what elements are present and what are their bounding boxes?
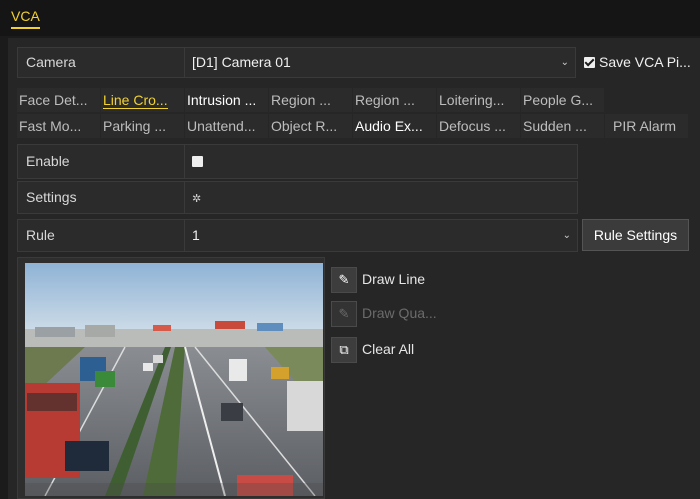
camera-select[interactable]: [D1] Camera 01 ⌄ bbox=[185, 48, 575, 77]
tab-vca[interactable]: VCA bbox=[11, 8, 40, 29]
clear-all-label: Clear All bbox=[362, 341, 415, 357]
settings-field: ✲ bbox=[185, 182, 577, 213]
camera-preview[interactable] bbox=[17, 257, 325, 499]
enable-field bbox=[185, 145, 577, 178]
tab-people-gathering[interactable]: People G... bbox=[521, 88, 604, 112]
tab-audio-exception[interactable]: Audio Ex... bbox=[353, 114, 436, 138]
save-vca-label: Save VCA Pi... bbox=[599, 54, 691, 70]
enable-checkbox[interactable] bbox=[192, 155, 203, 167]
draw-line-button[interactable]: ✎ Draw Line bbox=[331, 265, 426, 294]
tab-defocus[interactable]: Defocus ... bbox=[437, 114, 520, 138]
rule-select-value: 1 bbox=[192, 227, 200, 243]
camera-select-value: [D1] Camera 01 bbox=[192, 54, 291, 70]
rule-settings-button[interactable]: Rule Settings bbox=[582, 219, 689, 251]
save-vca-checkbox[interactable] bbox=[584, 56, 595, 68]
tab-parking[interactable]: Parking ... bbox=[101, 114, 184, 138]
camera-row: Camera [D1] Camera 01 ⌄ bbox=[17, 47, 576, 78]
rule-label: Rule bbox=[18, 220, 185, 251]
draw-line-label: Draw Line bbox=[362, 271, 426, 287]
tab-face-detection[interactable]: Face Det... bbox=[17, 88, 100, 112]
top-tab-bar: VCA bbox=[0, 0, 700, 36]
tab-sudden-scene-change[interactable]: Sudden ... bbox=[521, 114, 604, 138]
draw-quad-button[interactable]: ✎ Draw Qua... bbox=[331, 299, 437, 328]
enable-row: Enable bbox=[17, 144, 578, 179]
tab-region-exiting[interactable]: Region ... bbox=[353, 88, 436, 112]
highway-scene-image bbox=[25, 263, 323, 496]
enable-label: Enable bbox=[18, 145, 185, 178]
tab-region-entrance[interactable]: Region ... bbox=[269, 88, 352, 112]
clear-all-icon: ⧉ bbox=[331, 337, 357, 364]
chevron-down-icon: ⌄ bbox=[560, 57, 569, 68]
chevron-down-icon: ⌄ bbox=[562, 230, 571, 241]
rule-row: Rule 1 ⌄ bbox=[17, 219, 578, 252]
tab-object-removal[interactable]: Object R... bbox=[269, 114, 352, 138]
tab-line-crossing-label: Line Cro... bbox=[103, 92, 168, 109]
tab-pir-alarm[interactable]: PIR Alarm bbox=[605, 114, 688, 138]
tab-line-crossing[interactable]: Line Cro... bbox=[101, 88, 184, 112]
tab-unattended-baggage[interactable]: Unattend... bbox=[185, 114, 268, 138]
draw-quad-label: Draw Qua... bbox=[362, 305, 437, 321]
gear-icon[interactable]: ✲ bbox=[192, 184, 201, 215]
settings-label: Settings bbox=[18, 182, 185, 213]
tab-intrusion[interactable]: Intrusion ... bbox=[185, 88, 268, 112]
tab-fast-moving[interactable]: Fast Mo... bbox=[17, 114, 100, 138]
settings-row: Settings ✲ bbox=[17, 181, 578, 214]
save-vca-picture-option[interactable]: Save VCA Pi... bbox=[584, 47, 691, 78]
rule-select[interactable]: 1 ⌄ bbox=[185, 220, 577, 251]
camera-label: Camera bbox=[18, 48, 185, 77]
tab-loitering[interactable]: Loitering... bbox=[437, 88, 520, 112]
clear-all-button[interactable]: ⧉ Clear All bbox=[331, 335, 415, 364]
camera-video-feed[interactable] bbox=[25, 263, 323, 496]
pencil-icon: ✎ bbox=[331, 267, 357, 294]
quad-edit-icon: ✎ bbox=[331, 301, 357, 328]
